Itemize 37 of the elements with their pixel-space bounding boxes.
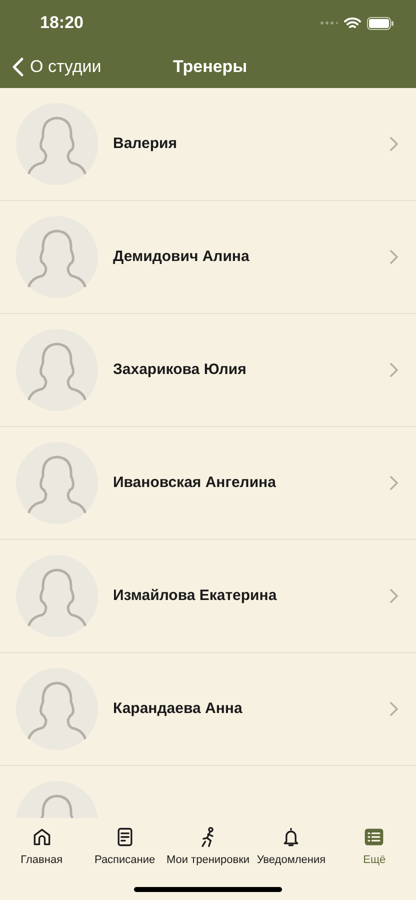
chevron-right-icon bbox=[390, 250, 398, 264]
wifi-icon bbox=[344, 16, 361, 30]
trainer-row[interactable]: Захарикова Юлия bbox=[0, 314, 416, 427]
avatar-icon bbox=[16, 103, 98, 185]
avatar-icon bbox=[16, 329, 98, 411]
avatar-icon bbox=[16, 668, 98, 750]
chevron-right-icon bbox=[390, 363, 398, 377]
chevron-left-icon bbox=[12, 57, 24, 77]
signal-icon bbox=[320, 21, 338, 25]
tab-bar-item[interactable]: Уведомления bbox=[250, 826, 333, 868]
chevron-right-icon bbox=[390, 589, 398, 603]
avatar-icon bbox=[16, 442, 98, 524]
chevron-right-icon bbox=[390, 476, 398, 490]
trainer-row[interactable]: Измайлова Екатерина bbox=[0, 540, 416, 653]
avatar-icon bbox=[16, 216, 98, 298]
chevron-right-icon bbox=[390, 702, 398, 716]
status-time: 18:20 bbox=[40, 12, 84, 34]
trainer-row[interactable]: Валерия bbox=[0, 88, 416, 201]
chevron-right-icon bbox=[390, 137, 398, 151]
trainer-name: Захарикова Юлия bbox=[113, 360, 248, 380]
trainer-row[interactable]: Демидович Алина bbox=[0, 201, 416, 314]
tab-bar-item[interactable]: Мои тренировки bbox=[166, 826, 250, 868]
trainer-row[interactable]: Карандаева Анна bbox=[0, 653, 416, 766]
trainer-name: Измайлова Екатерина bbox=[113, 586, 278, 606]
trainer-name: Валерия bbox=[113, 134, 178, 154]
trainer-row[interactable]: Ивановская Ангелина bbox=[0, 427, 416, 540]
battery-icon bbox=[367, 16, 394, 30]
back-button[interactable]: О студии bbox=[0, 54, 102, 80]
page-title: Тренеры bbox=[173, 56, 248, 78]
tab-bar-item[interactable]: Ещё bbox=[332, 826, 416, 868]
trainer-name: Демидович Алина bbox=[113, 246, 250, 267]
list-icon bbox=[363, 826, 386, 848]
tab-bar-item[interactable]: Главная bbox=[0, 826, 84, 868]
trainer-name: Ивановская Ангелина bbox=[113, 472, 277, 493]
tab-bar-item[interactable]: Расписание bbox=[83, 826, 166, 868]
avatar-icon bbox=[16, 555, 98, 637]
trainer-name: Карандаева Анна bbox=[113, 698, 244, 719]
